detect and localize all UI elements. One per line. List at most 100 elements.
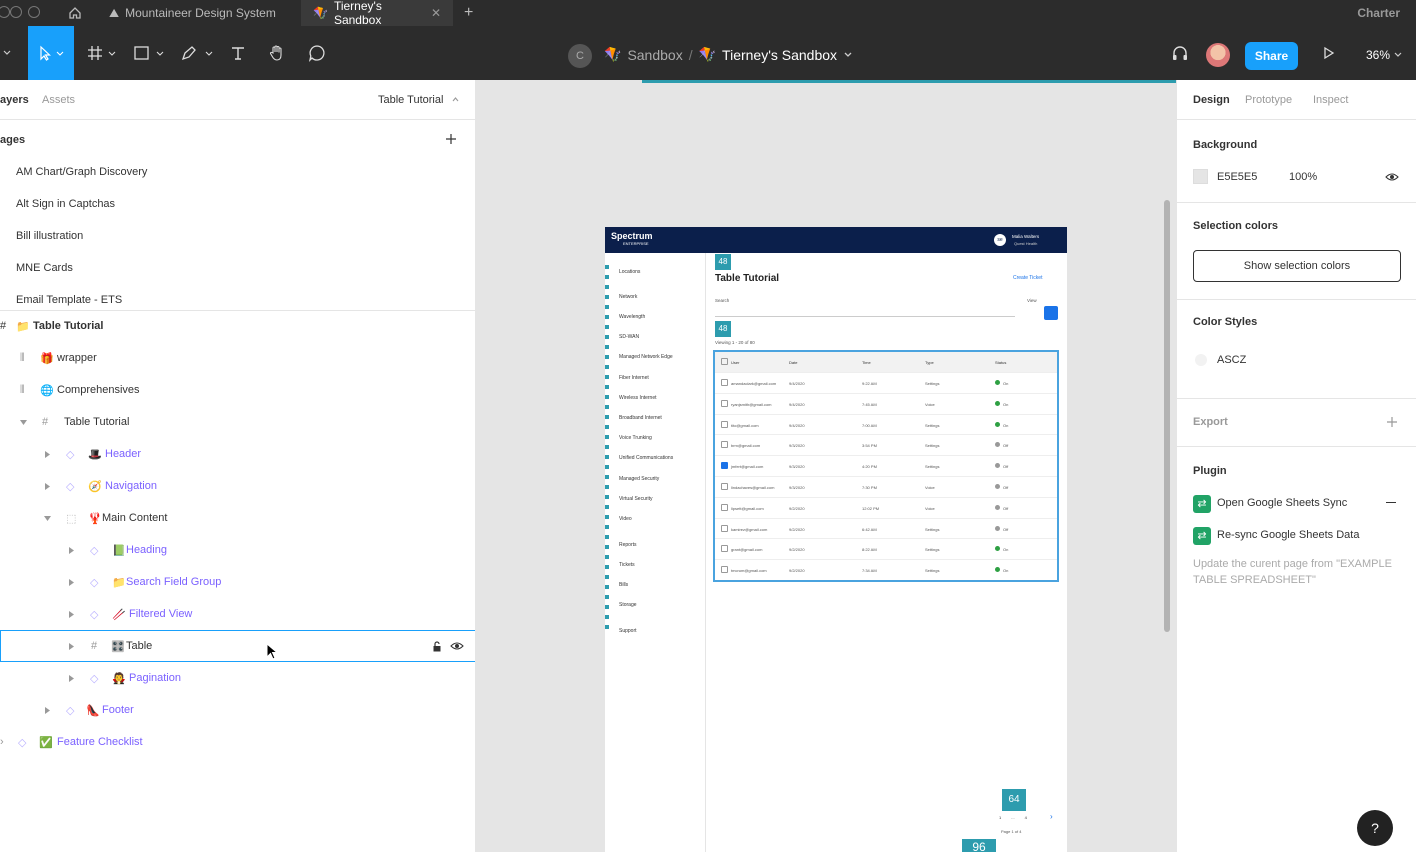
tab-mountaineer-design-system[interactable]: ⛰ Mountaineer Design System	[97, 0, 299, 26]
audio-button[interactable]	[1168, 26, 1192, 80]
frame-search-field	[715, 307, 1015, 317]
user-avatar[interactable]	[1206, 43, 1230, 67]
color-styles-header: Color Styles	[1193, 316, 1258, 328]
caret-right-icon[interactable]	[45, 482, 50, 490]
color-style-swatch[interactable]	[1195, 354, 1207, 366]
page-item[interactable]: MNE Cards	[16, 262, 73, 274]
layer-row-heading[interactable]: ◇ 📗 Heading	[0, 534, 475, 566]
close-window-icon[interactable]	[0, 6, 10, 18]
layer-row-header[interactable]: ◇ 🎩 Header	[0, 438, 475, 470]
present-button[interactable]	[1318, 26, 1340, 80]
page-item[interactable]: Bill illustration	[16, 230, 83, 242]
layer-row-search-field-group[interactable]: ◇ 📁 Search Field Group	[0, 566, 475, 598]
layer-row-navigation[interactable]: ◇ 🧭 Navigation	[0, 470, 475, 502]
layer-row-feature-checklist[interactable]: › ◇ ✅ Feature Checklist	[0, 726, 475, 758]
caret-right-icon[interactable]: ›	[0, 736, 4, 748]
layer-label: Table Tutorial	[64, 416, 130, 428]
nav-item: Wavelength	[619, 314, 646, 320]
checkbox	[721, 441, 728, 449]
move-tool-button[interactable]	[28, 26, 74, 80]
toolbar: C 🪁 Sandbox / 🪁 Tierney's Sandbox Share …	[0, 26, 1416, 80]
chevron-down-icon[interactable]	[843, 51, 853, 59]
pen-tool-button[interactable]	[178, 26, 216, 80]
zoom-control[interactable]: 36%	[1366, 48, 1402, 62]
selected-table[interactable]: User Date Time Type Status amandaclark@g…	[713, 350, 1059, 582]
instance-icon: ◇	[18, 736, 27, 749]
layer-row-pagination[interactable]: ◇ 🧛 Pagination	[0, 662, 475, 694]
caret-right-icon[interactable]	[69, 610, 74, 618]
layer-row-comprehensives[interactable]: ⫴ 🌐 Comprehensives	[0, 374, 475, 406]
share-button[interactable]: Share	[1245, 42, 1298, 70]
status-dot	[995, 463, 1000, 469]
tab-assets[interactable]: Assets	[42, 94, 75, 106]
layer-row-main-content[interactable]: ⬚ 🦞 Main Content	[0, 502, 475, 534]
instance-icon: ◇	[90, 608, 99, 621]
caret-right-icon[interactable]	[69, 578, 74, 586]
color-style-name[interactable]: ASCZ	[1217, 354, 1246, 366]
close-tab-icon[interactable]: ✕	[431, 6, 441, 20]
layer-emoji: 🎁	[40, 352, 54, 365]
chevron-up-icon[interactable]	[452, 97, 459, 102]
canvas-scrollbar[interactable]	[1164, 200, 1170, 632]
design-frame[interactable]: Spectrum ENTERPRISE se Malia Walters Que…	[605, 227, 1067, 852]
breadcrumb-file[interactable]: Tierney's Sandbox	[722, 47, 837, 63]
table-row: lipsett@gmail.com 9/2/2020 12:02 PM Voice Of…	[715, 496, 1057, 518]
caret-right-icon[interactable]	[69, 642, 74, 650]
breadcrumb-separator: /	[688, 46, 693, 63]
eye-icon[interactable]	[1385, 172, 1399, 182]
caret-right-icon[interactable]	[45, 450, 50, 458]
instance-icon: ◇	[66, 704, 75, 717]
home-tab[interactable]	[56, 0, 94, 26]
background-hex[interactable]: E5E5E5	[1217, 171, 1257, 183]
column-header: User	[731, 360, 740, 365]
layer-row-filtered-view[interactable]: ◇ 🥢 Filtered View	[0, 598, 475, 630]
tab-prototype[interactable]: Prototype	[1245, 94, 1292, 106]
eye-icon[interactable]	[450, 641, 464, 651]
add-export-icon[interactable]	[1386, 416, 1398, 428]
minimize-window-icon[interactable]	[10, 6, 22, 18]
table-cell: lindachaves@gmail.com	[731, 485, 775, 490]
caret-right-icon[interactable]	[45, 706, 50, 714]
main-menu-chevron-icon[interactable]	[0, 26, 14, 80]
tab-inspect[interactable]: Inspect	[1313, 94, 1348, 106]
caret-right-icon[interactable]	[69, 674, 74, 682]
tab-layers[interactable]: ayers	[0, 94, 29, 106]
layer-row-table-tutorial-frame[interactable]: # 📁 Table Tutorial	[0, 310, 475, 342]
frame-tool-button[interactable]	[84, 26, 120, 80]
caret-down-icon[interactable]	[20, 419, 27, 425]
shape-tool-button[interactable]	[130, 26, 168, 80]
tab-tierneys-sandbox[interactable]: 🪁 Tierney's Sandbox ✕	[301, 0, 453, 27]
new-tab-button[interactable]: +	[452, 0, 485, 26]
checkbox	[721, 503, 728, 511]
caret-down-icon[interactable]	[44, 515, 51, 521]
page-item[interactable]: Email Template - ETS	[16, 294, 122, 306]
table-cell: 8:22 AM	[862, 547, 877, 553]
team-avatar[interactable]: C	[568, 44, 592, 68]
layer-row-footer[interactable]: ◇ 👠 Footer	[0, 694, 475, 726]
canvas[interactable]: Spectrum ENTERPRISE se Malia Walters Que…	[476, 80, 1176, 852]
status-text: On	[1003, 568, 1009, 574]
layer-row-table[interactable]: # 🎛️ Table	[0, 630, 475, 662]
layer-row-table-tutorial[interactable]: # Table Tutorial	[0, 406, 475, 438]
add-page-icon[interactable]	[445, 133, 457, 145]
plugin-open-sheets-sync[interactable]: Open Google Sheets Sync	[1217, 497, 1347, 509]
page-item[interactable]: AM Chart/Graph Discovery	[16, 166, 147, 178]
tab-design[interactable]: Design	[1193, 94, 1230, 106]
text-tool-button[interactable]	[226, 26, 250, 80]
background-opacity[interactable]: 100%	[1289, 171, 1317, 183]
help-button[interactable]: ?	[1357, 810, 1393, 846]
hand-tool-button[interactable]	[264, 26, 290, 80]
breadcrumb-project[interactable]: Sandbox	[627, 47, 682, 63]
comment-tool-button[interactable]	[304, 26, 330, 80]
layer-row-wrapper[interactable]: ⫴ 🎁 wrapper	[0, 342, 475, 374]
background-swatch[interactable]	[1193, 169, 1208, 184]
plugin-resync-sheets-data[interactable]: Re-sync Google Sheets Data	[1217, 529, 1359, 541]
page-item[interactable]: Alt Sign in Captchas	[16, 198, 115, 210]
page-selector[interactable]: Table Tutorial	[378, 94, 443, 106]
caret-right-icon[interactable]	[69, 546, 74, 554]
lock-icon[interactable]	[432, 640, 442, 652]
maximize-window-icon[interactable]	[28, 6, 40, 18]
remove-plugin-icon[interactable]	[1386, 502, 1396, 503]
table-cell: 3:54 PM	[862, 443, 877, 449]
show-selection-colors-button[interactable]: Show selection colors	[1193, 250, 1401, 282]
